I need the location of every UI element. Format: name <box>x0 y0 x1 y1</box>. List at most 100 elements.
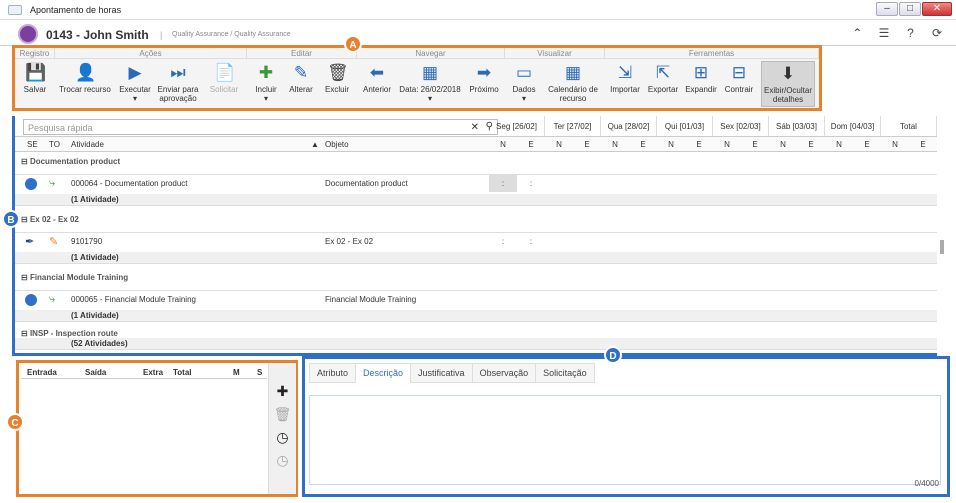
button-label: Importar <box>610 85 640 94</box>
calendario-recurso-button[interactable]: ▦ Calendário de recurso <box>543 61 603 103</box>
col-e: E <box>584 140 590 149</box>
col-objeto[interactable]: Objeto <box>325 140 349 149</box>
tab-justificativa[interactable]: Justificativa <box>410 363 473 383</box>
solicitar-button[interactable]: 📄 Solicitar <box>205 61 243 94</box>
activity-type-icon <box>25 294 37 306</box>
vertical-scrollbar[interactable] <box>940 240 944 254</box>
group-count: (1 Atividade) <box>15 194 937 206</box>
exibir-ocultar-detalhes-button[interactable]: ⬇ Exibir/Ocultar detalhes <box>761 61 815 107</box>
import-icon: ⇲ <box>617 63 633 82</box>
importar-button[interactable]: ⇲ Importar <box>607 61 643 94</box>
day-header: Qua [28/02] <box>601 116 657 136</box>
expandir-button[interactable]: ⊞ Expandir <box>683 61 719 94</box>
group-title: Editar <box>247 48 357 59</box>
col-e: E <box>808 140 814 149</box>
tab-observacao[interactable]: Observação <box>471 363 537 383</box>
group-row[interactable]: ⊟ Documentation product <box>15 154 937 170</box>
collapse-icon[interactable]: ⊟ <box>21 329 28 338</box>
tab-solicitacao[interactable]: Solicitação <box>535 363 595 383</box>
clear-icon[interactable]: ✕ <box>471 122 479 133</box>
col-atividade[interactable]: Atividade <box>71 140 104 149</box>
data-button[interactable]: ▦ Data: 26/02/2018 ▾ <box>397 61 463 103</box>
dados-button[interactable]: ▭ Dados ▾ <box>509 61 539 103</box>
sort-asc-icon[interactable]: ▲ <box>311 140 319 149</box>
group-registro: Registro 💾 Salvar <box>15 48 55 108</box>
group-title: Visualizar <box>505 48 605 59</box>
group-row[interactable]: ⊟ Ex 02 - Ex 02 <box>15 212 937 228</box>
window-title: Apontamento de horas <box>30 5 122 15</box>
search-input[interactable]: Pesquisa rápida ✕ ⚲ <box>23 119 498 135</box>
workflow-icon: ⤷ <box>49 177 56 189</box>
group-visualizar: Visualizar ▭ Dados ▾ ▦ Calendário de recurs… <box>505 48 605 108</box>
col-entrada: Entrada <box>27 368 57 377</box>
enviar-aprovacao-button[interactable]: ⏭ Enviar para aprovação <box>155 61 201 103</box>
help-icon[interactable]: ? <box>901 26 919 40</box>
col-e: E <box>752 140 758 149</box>
timesheet-grid: Pesquisa rápida ✕ ⚲ Seg [26/02] Ter [27/… <box>12 116 937 356</box>
tab-descricao[interactable]: Descrição <box>355 363 412 383</box>
anterior-button[interactable]: ⬅ Anterior <box>359 61 395 94</box>
hours-header: Entrada Saída Extra Total M S <box>21 365 267 379</box>
group-row[interactable]: ⊟ Financial Module Training <box>15 270 937 286</box>
incluir-button[interactable]: ✚ Incluir ▾ <box>251 61 281 103</box>
day-header: Qui [01/03] <box>657 116 713 136</box>
plus-icon: ✚ <box>258 63 274 82</box>
day-header: Sáb [03/03] <box>769 116 825 136</box>
salvar-button[interactable]: 💾 Salvar <box>17 61 53 94</box>
group-name: Documentation product <box>29 157 121 166</box>
contrair-button[interactable]: ⊟ Contrair <box>721 61 757 94</box>
hour-cell[interactable]: : <box>517 237 545 246</box>
employee-role: Quality Assurance / Quality Assurance <box>172 31 291 38</box>
proximo-button[interactable]: ➡ Próximo <box>465 61 503 94</box>
window-icon: ▭ <box>515 63 533 82</box>
activity-type-icon <box>25 178 37 190</box>
collapse-tree-icon: ⊟ <box>731 63 747 82</box>
minimize-button[interactable]: – <box>876 2 898 16</box>
group-count: (1 Atividade) <box>15 310 937 322</box>
activity-cell: 000064 - Documentation product <box>71 179 188 188</box>
list-icon[interactable]: ☰ <box>875 26 893 40</box>
refresh-icon[interactable]: ⟳ <box>928 26 946 40</box>
collapse-icon[interactable]: ⊟ <box>21 157 28 166</box>
dropdown-arrow-icon: ▾ <box>263 94 268 103</box>
avatar <box>18 24 38 44</box>
hour-cell[interactable]: : <box>517 179 545 188</box>
group-navegar: Navegar ⬅ Anterior ▦ Data: 26/02/2018 ▾ ➡ Pr… <box>357 48 505 108</box>
table-row[interactable]: ⤷ 000064 - Documentation product Documen… <box>15 174 937 192</box>
change-user-icon: 👤 <box>75 63 97 82</box>
clock-disabled-icon[interactable]: ◷ <box>269 452 296 469</box>
excluir-button[interactable]: 🗑 Excluir <box>321 61 353 94</box>
badge-b: B <box>2 210 20 228</box>
clock-icon[interactable]: ◷ <box>269 429 296 446</box>
executar-button[interactable]: ▶ Executar ▾ <box>117 61 153 103</box>
button-label: Alterar <box>289 85 313 94</box>
trocar-recurso-button[interactable]: 👤 Trocar recurso <box>57 61 113 94</box>
button-label: Excluir <box>324 85 349 94</box>
trash-icon[interactable]: 🗑 <box>269 406 296 423</box>
alterar-button[interactable]: ✎ Alterar <box>285 61 317 94</box>
col-s: S <box>257 368 263 377</box>
tab-atributo[interactable]: Atributo <box>309 363 357 383</box>
maximize-button[interactable]: □ <box>899 2 921 16</box>
collapse-up-icon[interactable]: ⌃ <box>848 26 866 40</box>
col-n: N <box>892 140 898 149</box>
hour-cell[interactable]: : <box>489 237 517 246</box>
badge-c: C <box>6 413 24 431</box>
save-icon: 💾 <box>25 63 47 82</box>
description-textarea[interactable] <box>309 395 941 485</box>
button-label: Data: 26/02/2018 <box>399 85 461 94</box>
col-e: E <box>920 140 926 149</box>
arrow-right-icon: ➡ <box>476 63 492 82</box>
close-button[interactable]: ✕ <box>922 2 952 16</box>
exportar-button[interactable]: ⇱ Exportar <box>645 61 681 94</box>
table-row[interactable]: ⤷ 000065 - Financial Module Training Fin… <box>15 290 937 308</box>
button-label: Salvar <box>23 85 47 94</box>
collapse-icon[interactable]: ⊟ <box>21 215 28 224</box>
hour-cell[interactable]: : <box>489 175 517 192</box>
group-name: Financial Module Training <box>29 273 129 282</box>
table-row[interactable]: ✒ ✎ 9101790 Ex 02 - Ex 02 : : <box>15 232 937 250</box>
collapse-icon[interactable]: ⊟ <box>21 273 28 282</box>
add-icon[interactable]: ✚ <box>269 383 296 400</box>
group-editar: Editar ✚ Incluir ▾ ✎ Alterar 🗑 Excluir <box>247 48 357 108</box>
details-panel: Atributo Descrição Justificativa Observação… <box>302 356 950 497</box>
